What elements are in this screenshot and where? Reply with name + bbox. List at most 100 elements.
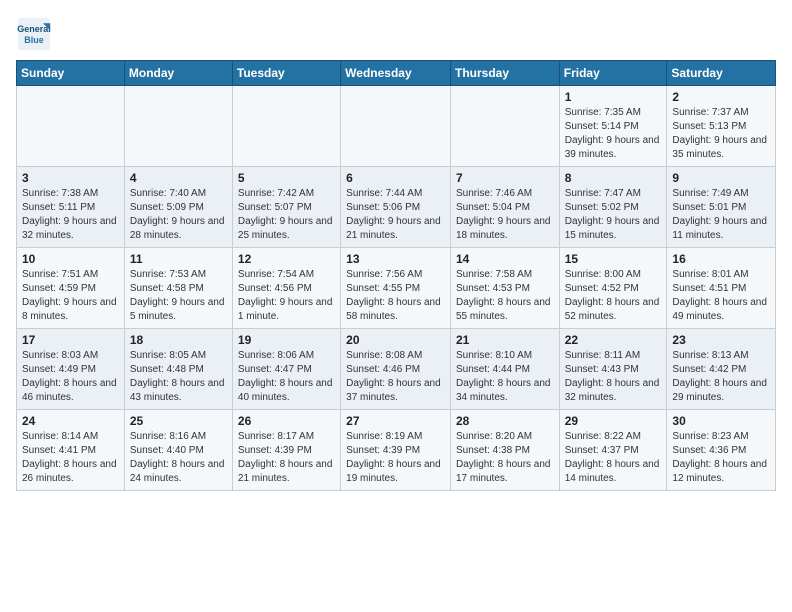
weekday-header-wednesday: Wednesday <box>341 61 451 86</box>
calendar-cell: 5 Sunrise: 7:42 AM Sunset: 5:07 PM Daylig… <box>232 167 340 248</box>
day-number: 25 <box>130 414 227 428</box>
calendar-cell: 10 Sunrise: 7:51 AM Sunset: 4:59 PM Dayli… <box>17 248 125 329</box>
cell-info: Sunrise: 8:11 AM Sunset: 4:43 PM Dayligh… <box>565 349 662 405</box>
day-number: 30 <box>672 414 770 428</box>
calendar-cell: 15 Sunrise: 8:00 AM Sunset: 4:52 PM Dayli… <box>559 248 667 329</box>
cell-info: Sunrise: 7:40 AM Sunset: 5:09 PM Dayligh… <box>130 187 227 243</box>
day-number: 21 <box>456 333 554 347</box>
calendar-cell: 24 Sunrise: 8:14 AM Sunset: 4:41 PM Dayli… <box>17 410 125 491</box>
day-number: 8 <box>565 171 662 185</box>
calendar-cell: 21 Sunrise: 8:10 AM Sunset: 4:44 PM Dayli… <box>450 329 559 410</box>
cell-info: Sunrise: 8:22 AM Sunset: 4:37 PM Dayligh… <box>565 430 662 486</box>
cell-info: Sunrise: 8:16 AM Sunset: 4:40 PM Dayligh… <box>130 430 227 486</box>
cell-info: Sunrise: 7:47 AM Sunset: 5:02 PM Dayligh… <box>565 187 662 243</box>
cell-info: Sunrise: 8:03 AM Sunset: 4:49 PM Dayligh… <box>22 349 119 405</box>
cell-info: Sunrise: 8:05 AM Sunset: 4:48 PM Dayligh… <box>130 349 227 405</box>
cell-info: Sunrise: 7:54 AM Sunset: 4:56 PM Dayligh… <box>238 268 335 324</box>
day-number: 4 <box>130 171 227 185</box>
cell-info: Sunrise: 8:10 AM Sunset: 4:44 PM Dayligh… <box>456 349 554 405</box>
day-number: 12 <box>238 252 335 266</box>
day-number: 26 <box>238 414 335 428</box>
calendar-cell: 7Sunrise: 7:46 AM Sunset: 5:04 PM Daylig… <box>450 167 559 248</box>
logo-icon: General Blue <box>16 16 52 52</box>
cell-info: Sunrise: 7:42 AM Sunset: 5:07 PM Dayligh… <box>238 187 335 243</box>
cell-info: Sunrise: 7:44 AM Sunset: 5:06 PM Dayligh… <box>346 187 445 243</box>
cell-info: Sunrise: 8:13 AM Sunset: 4:42 PM Dayligh… <box>672 349 770 405</box>
day-number: 18 <box>130 333 227 347</box>
calendar-cell: 14 Sunrise: 7:58 AM Sunset: 4:53 PM Dayli… <box>450 248 559 329</box>
day-number: 13 <box>346 252 445 266</box>
calendar-cell: 2 Sunrise: 7:37 AM Sunset: 5:13 PM Daylig… <box>667 86 776 167</box>
calendar-cell: 6 Sunrise: 7:44 AM Sunset: 5:06 PM Daylig… <box>341 167 451 248</box>
cell-info: Sunrise: 7:49 AM Sunset: 5:01 PM Dayligh… <box>672 187 770 243</box>
day-number: 24 <box>22 414 119 428</box>
cell-info: Sunrise: 7:35 AM Sunset: 5:14 PM Dayligh… <box>565 106 662 162</box>
calendar-cell: 25 Sunrise: 8:16 AM Sunset: 4:40 PM Dayli… <box>124 410 232 491</box>
day-number: 3 <box>22 171 119 185</box>
day-number: 1 <box>565 90 662 104</box>
calendar-cell: 30 Sunrise: 8:23 AM Sunset: 4:36 PM Dayli… <box>667 410 776 491</box>
day-number: 17 <box>22 333 119 347</box>
day-number: 27 <box>346 414 445 428</box>
calendar-cell <box>450 86 559 167</box>
cell-info: Sunrise: 8:08 AM Sunset: 4:46 PM Dayligh… <box>346 349 445 405</box>
calendar-table: SundayMondayTuesdayWednesdayThursdayFrid… <box>16 60 776 491</box>
day-number: 14 <box>456 252 554 266</box>
calendar-cell <box>341 86 451 167</box>
day-number: 15 <box>565 252 662 266</box>
cell-info: Sunrise: 8:01 AM Sunset: 4:51 PM Dayligh… <box>672 268 770 324</box>
calendar-cell: 20Sunrise: 8:08 AM Sunset: 4:46 PM Dayli… <box>341 329 451 410</box>
calendar-cell: 13 Sunrise: 7:56 AM Sunset: 4:55 PM Dayli… <box>341 248 451 329</box>
cell-info: Sunrise: 7:51 AM Sunset: 4:59 PM Dayligh… <box>22 268 119 324</box>
calendar-cell: 18 Sunrise: 8:05 AM Sunset: 4:48 PM Dayli… <box>124 329 232 410</box>
weekday-header-tuesday: Tuesday <box>232 61 340 86</box>
cell-info: Sunrise: 8:00 AM Sunset: 4:52 PM Dayligh… <box>565 268 662 324</box>
cell-info: Sunrise: 8:19 AM Sunset: 4:39 PM Dayligh… <box>346 430 445 486</box>
calendar-cell: 3 Sunrise: 7:38 AM Sunset: 5:11 PM Daylig… <box>17 167 125 248</box>
calendar-cell: 27 Sunrise: 8:19 AM Sunset: 4:39 PM Dayli… <box>341 410 451 491</box>
weekday-header-monday: Monday <box>124 61 232 86</box>
svg-text:Blue: Blue <box>24 35 44 45</box>
weekday-header-friday: Friday <box>559 61 667 86</box>
calendar-cell: 1 Sunrise: 7:35 AM Sunset: 5:14 PM Daylig… <box>559 86 667 167</box>
calendar-cell: 19 Sunrise: 8:06 AM Sunset: 4:47 PM Dayli… <box>232 329 340 410</box>
weekday-header-sunday: Sunday <box>17 61 125 86</box>
calendar-cell: 28Sunrise: 8:20 AM Sunset: 4:38 PM Dayli… <box>450 410 559 491</box>
cell-info: Sunrise: 7:56 AM Sunset: 4:55 PM Dayligh… <box>346 268 445 324</box>
calendar-cell: 17 Sunrise: 8:03 AM Sunset: 4:49 PM Dayli… <box>17 329 125 410</box>
calendar-cell <box>17 86 125 167</box>
day-number: 19 <box>238 333 335 347</box>
day-number: 16 <box>672 252 770 266</box>
calendar-cell: 12 Sunrise: 7:54 AM Sunset: 4:56 PM Dayli… <box>232 248 340 329</box>
cell-info: Sunrise: 7:38 AM Sunset: 5:11 PM Dayligh… <box>22 187 119 243</box>
cell-info: Sunrise: 8:06 AM Sunset: 4:47 PM Dayligh… <box>238 349 335 405</box>
day-number: 22 <box>565 333 662 347</box>
day-number: 10 <box>22 252 119 266</box>
cell-info: Sunrise: 8:14 AM Sunset: 4:41 PM Dayligh… <box>22 430 119 486</box>
weekday-header-thursday: Thursday <box>450 61 559 86</box>
calendar-cell: 9 Sunrise: 7:49 AM Sunset: 5:01 PM Daylig… <box>667 167 776 248</box>
day-number: 6 <box>346 171 445 185</box>
calendar-cell: 22 Sunrise: 8:11 AM Sunset: 4:43 PM Dayli… <box>559 329 667 410</box>
weekday-header-saturday: Saturday <box>667 61 776 86</box>
calendar-cell: 8 Sunrise: 7:47 AM Sunset: 5:02 PM Daylig… <box>559 167 667 248</box>
calendar-cell <box>124 86 232 167</box>
cell-info: Sunrise: 8:23 AM Sunset: 4:36 PM Dayligh… <box>672 430 770 486</box>
day-number: 9 <box>672 171 770 185</box>
calendar-cell: 29Sunrise: 8:22 AM Sunset: 4:37 PM Dayli… <box>559 410 667 491</box>
calendar-cell: 11Sunrise: 7:53 AM Sunset: 4:58 PM Dayli… <box>124 248 232 329</box>
cell-info: Sunrise: 7:58 AM Sunset: 4:53 PM Dayligh… <box>456 268 554 324</box>
cell-info: Sunrise: 7:53 AM Sunset: 4:58 PM Dayligh… <box>130 268 227 324</box>
day-number: 2 <box>672 90 770 104</box>
calendar-cell: 26 Sunrise: 8:17 AM Sunset: 4:39 PM Dayli… <box>232 410 340 491</box>
logo: General Blue <box>16 16 56 52</box>
cell-info: Sunrise: 8:17 AM Sunset: 4:39 PM Dayligh… <box>238 430 335 486</box>
day-number: 5 <box>238 171 335 185</box>
calendar-cell: 16 Sunrise: 8:01 AM Sunset: 4:51 PM Dayli… <box>667 248 776 329</box>
day-number: 23 <box>672 333 770 347</box>
calendar-cell: 4 Sunrise: 7:40 AM Sunset: 5:09 PM Daylig… <box>124 167 232 248</box>
calendar-cell <box>232 86 340 167</box>
cell-info: Sunrise: 7:46 AM Sunset: 5:04 PM Dayligh… <box>456 187 554 243</box>
cell-info: Sunrise: 7:37 AM Sunset: 5:13 PM Dayligh… <box>672 106 770 162</box>
page-header: General Blue <box>16 16 776 52</box>
